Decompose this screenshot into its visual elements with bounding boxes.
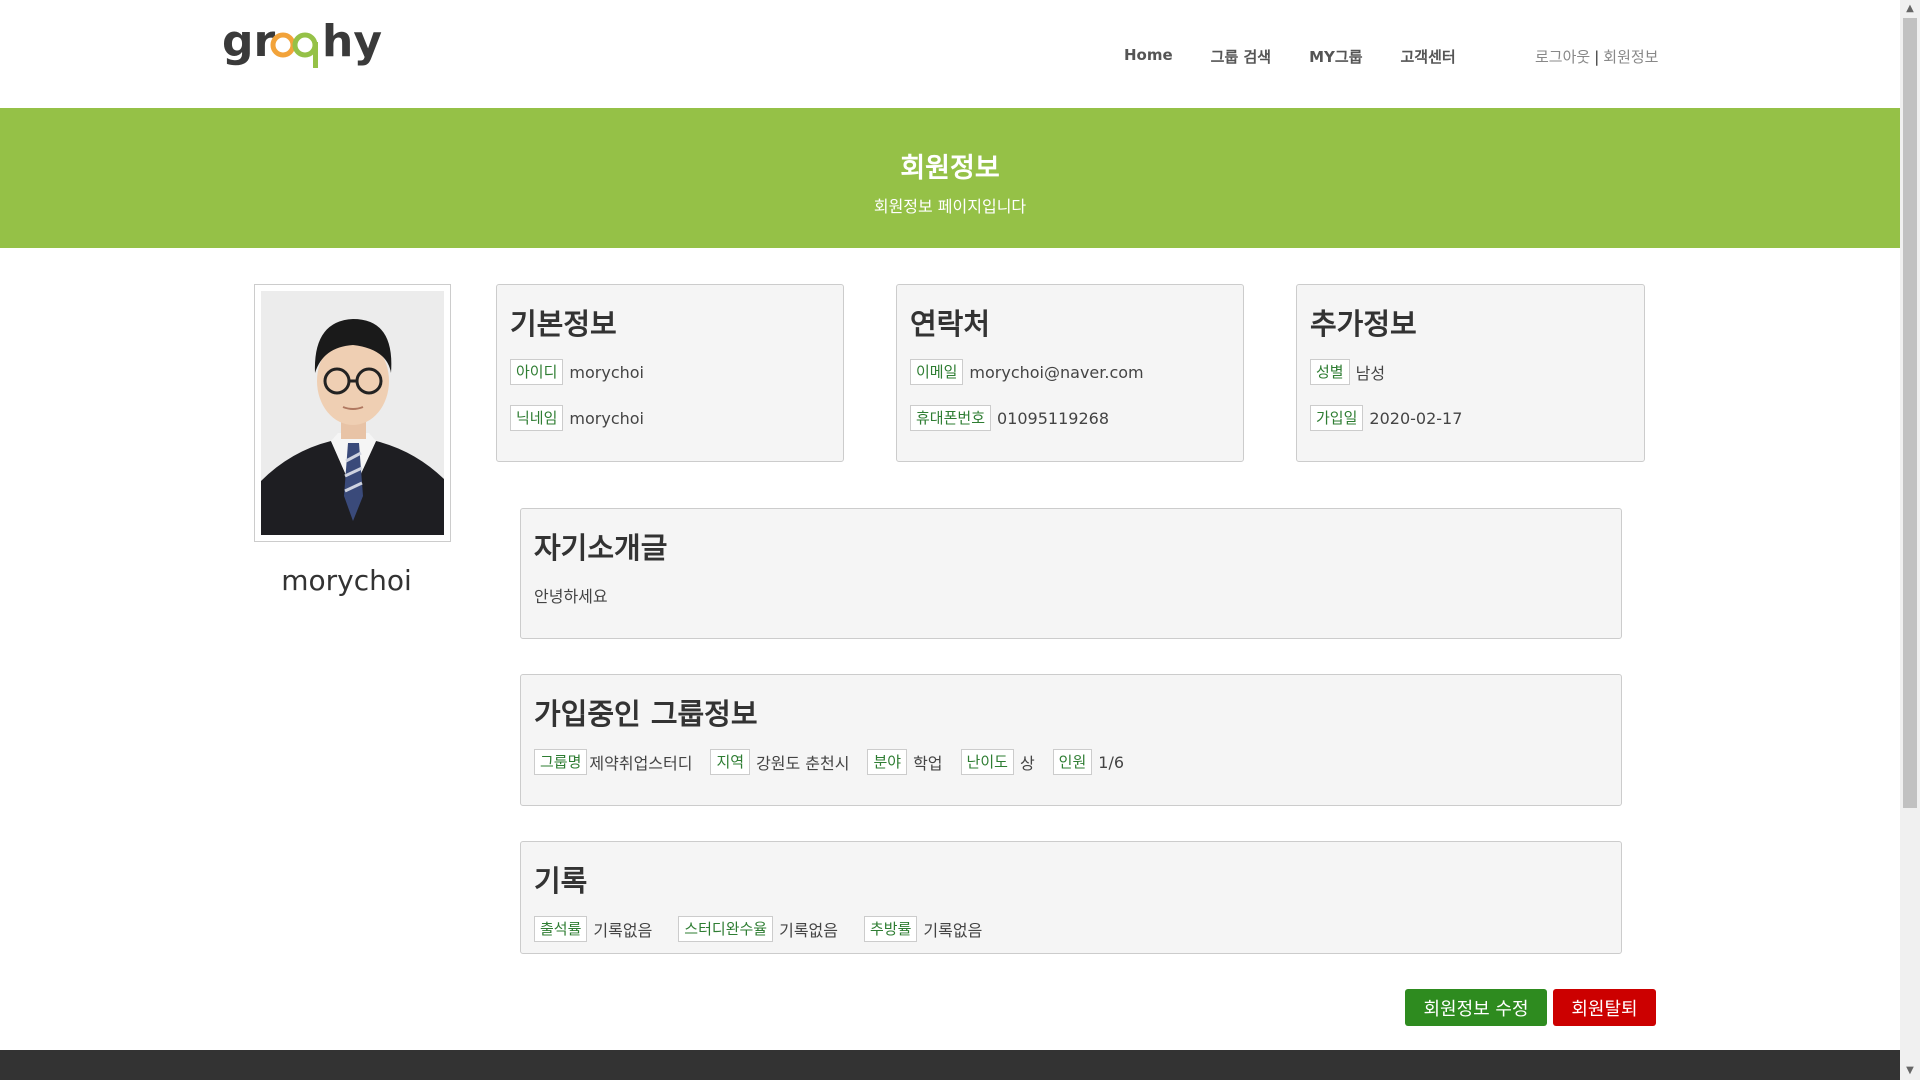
record-card: 기록 출석률 기록없음 스터디완수율 기록없음 추방률 기록없음 [520, 841, 1622, 954]
edit-profile-button[interactable]: 회원정보 수정 [1405, 989, 1547, 1026]
profile-photo-frame [254, 284, 451, 542]
nickname-label: 닉네임 [510, 405, 564, 431]
join-date-label: 가입일 [1310, 405, 1364, 431]
attendance-label: 출석률 [534, 916, 588, 942]
difficulty-value: 상 [1019, 754, 1035, 773]
member-info-link[interactable]: 회원정보 [1603, 48, 1658, 66]
id-row: 아이디 morychoi [510, 359, 662, 385]
page-banner: 회원정보 회원정보 페이지입니다 [0, 108, 1900, 248]
expulsion-value: 기록없음 [923, 921, 983, 940]
gender-label: 성별 [1310, 359, 1350, 385]
phone-row: 휴대폰번호 01095119268 [910, 405, 1127, 431]
email-label: 이메일 [910, 359, 964, 385]
main-nav: Home 그룹 검색 MY그룹 고객센터 [1124, 46, 1494, 67]
record-row: 출석률 기록없음 스터디완수율 기록없음 추방률 기록없음 [534, 916, 1000, 942]
nav-group-search[interactable]: 그룹 검색 [1211, 46, 1271, 67]
members-label: 인원 [1052, 749, 1093, 775]
page-subtitle: 회원정보 페이지입니다 [873, 197, 1027, 216]
site-header: gr hy Home 그룹 검색 MY그룹 고객센터 로그아웃 | 회원정보 [0, 0, 1900, 108]
profile-name: morychoi [281, 564, 412, 597]
completion-label: 스터디완수율 [678, 916, 774, 942]
email-row: 이메일 morychoi@naver.com [910, 359, 1162, 385]
completion-value: 기록없음 [779, 921, 838, 940]
logout-link[interactable]: 로그아웃 [1535, 48, 1590, 66]
expulsion-label: 추방률 [864, 916, 918, 942]
auth-separator: | [1594, 48, 1600, 66]
record-title: 기록 [534, 864, 588, 898]
scroll-up-arrow-icon[interactable]: ▲ [1900, 0, 1920, 18]
svg-text:gr: gr [222, 18, 275, 67]
withdraw-button[interactable]: 회원탈퇴 [1553, 989, 1656, 1026]
site-footer [0, 1050, 1900, 1080]
scroll-down-arrow-icon[interactable]: ▼ [1900, 1062, 1920, 1080]
nav-home[interactable]: Home [1124, 46, 1173, 67]
join-date-value: 2020-02-17 [1369, 408, 1463, 428]
difficulty-label: 난이도 [960, 749, 1014, 775]
group-info-card: 가입중인 그룹정보 그룹명 제약취업스터디 지역 강원도 춘천시 분야 학업 난… [520, 674, 1622, 806]
field-value: 학업 [913, 754, 943, 773]
contact-card: 연락처 이메일 morychoi@naver.com 휴대폰번호 0109511… [896, 284, 1244, 462]
attendance-value: 기록없음 [593, 921, 653, 940]
nav-customer-center[interactable]: 고객센터 [1401, 46, 1456, 67]
extra-info-title: 추가정보 [1310, 307, 1417, 341]
members-value: 1/6 [1098, 752, 1125, 772]
nickname-value: morychoi [569, 408, 644, 428]
intro-text: 안녕하세요 [534, 587, 608, 606]
email-value: morychoi@naver.com [969, 362, 1144, 382]
page-title: 회원정보 [900, 153, 1000, 184]
intro-card: 자기소개글 안녕하세요 [520, 508, 1622, 639]
scroll-thumb[interactable] [1903, 18, 1917, 808]
join-date-row: 가입일 2020-02-17 [1310, 405, 1480, 431]
nav-my-group[interactable]: MY그룹 [1309, 46, 1362, 67]
phone-label: 휴대폰번호 [910, 405, 992, 431]
nickname-row: 닉네임 morychoi [510, 405, 662, 431]
profile-photo [261, 291, 444, 535]
contact-title: 연락처 [910, 307, 991, 341]
gender-value: 남성 [1355, 364, 1386, 383]
field-label: 분야 [867, 749, 908, 775]
avatar [261, 291, 444, 535]
basic-info-title: 기본정보 [510, 307, 617, 341]
region-label: 지역 [710, 749, 751, 775]
group-info-row: 그룹명 제약취업스터디 지역 강원도 춘천시 분야 학업 난이도 상 인원 1/… [534, 749, 1142, 775]
group-name-value: 제약취업스터디 [589, 754, 693, 773]
id-label: 아이디 [510, 359, 564, 385]
groophy-logo[interactable]: gr hy [222, 18, 382, 78]
auth-links: 로그아웃 | 회원정보 [1535, 46, 1658, 67]
extra-info-card: 추가정보 성별 남성 가입일 2020-02-17 [1296, 284, 1645, 462]
basic-info-card: 기본정보 아이디 morychoi 닉네임 morychoi [496, 284, 844, 462]
svg-text:hy: hy [322, 18, 382, 67]
scrollbar[interactable]: ▲ ▼ [1900, 0, 1920, 1080]
group-info-title: 가입중인 그룹정보 [534, 697, 758, 731]
group-name-label: 그룹명 [534, 749, 588, 775]
intro-title: 자기소개글 [534, 531, 668, 565]
phone-value: 01095119268 [997, 408, 1109, 428]
gender-row: 성별 남성 [1310, 359, 1403, 385]
region-value: 강원도 춘천시 [756, 754, 850, 773]
id-value: morychoi [569, 362, 644, 382]
